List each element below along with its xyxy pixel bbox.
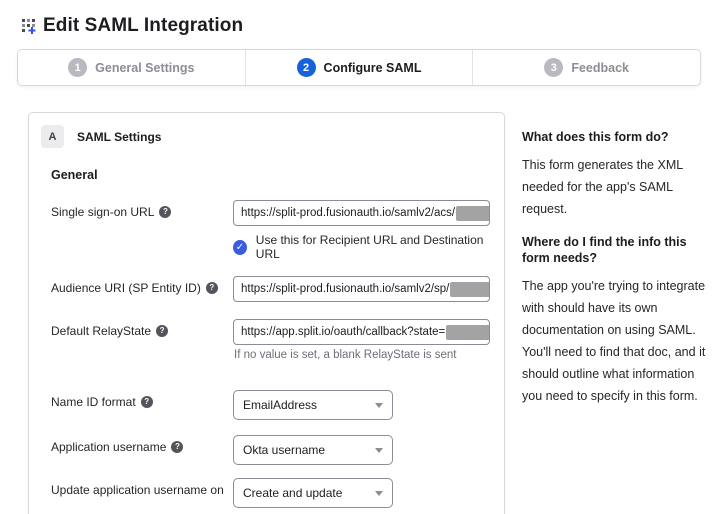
name-id-format-value: EmailAddress (243, 398, 317, 412)
step-label: Configure SAML (324, 61, 422, 75)
field-label-cell: Application username ? (41, 435, 233, 454)
field-row-sso-url: Single sign-on URL ? https://split-prod.… (41, 200, 488, 261)
step-number-badge: 2 (297, 58, 316, 77)
audience-uri-label: Audience URI (SP Entity ID) (51, 281, 201, 295)
field-row-audience-uri: Audience URI (SP Entity ID) ? https://sp… (41, 276, 488, 302)
audience-uri-input[interactable]: https://split-prod.fusionauth.io/samlv2/… (233, 276, 490, 302)
field-control: https://split-prod.fusionauth.io/samlv2/… (233, 200, 490, 261)
question-mark-circle-icon[interactable]: ? (206, 282, 218, 294)
field-label-cell: Update application username on (41, 478, 233, 497)
app-grid-plus-icon (22, 18, 38, 34)
field-control: Okta username (233, 435, 488, 465)
section-header: A SAML Settings (41, 125, 488, 148)
field-control: https://split-prod.fusionauth.io/samlv2/… (233, 276, 490, 302)
help-panel: What does this form do? This form genera… (522, 112, 717, 421)
checkmark-icon[interactable]: ✓ (233, 240, 247, 255)
field-row-update-username: Update application username on Create an… (41, 478, 488, 508)
question-mark-circle-icon[interactable]: ? (159, 206, 171, 218)
edit-saml-integration-page: Edit SAML Integration 1 General Settings… (0, 0, 717, 514)
audience-uri-value: https://split-prod.fusionauth.io/samlv2/… (241, 283, 449, 295)
step-label: Feedback (571, 61, 629, 75)
app-username-value: Okta username (243, 443, 325, 457)
field-control: EmailAddress (233, 390, 488, 420)
field-label-cell: Single sign-on URL ? (41, 200, 233, 219)
step-feedback[interactable]: 3 Feedback (472, 50, 700, 85)
help-answer-1: This form generates the XML needed for t… (522, 154, 717, 220)
step-number-badge: 1 (68, 58, 87, 77)
question-mark-circle-icon[interactable]: ? (141, 396, 153, 408)
update-username-select[interactable]: Create and update (233, 478, 393, 508)
question-mark-circle-icon[interactable]: ? (156, 325, 168, 337)
field-row-app-username: Application username ? Okta username (41, 435, 488, 465)
recipient-url-checkbox-row: ✓ Use this for Recipient URL and Destina… (233, 233, 490, 261)
update-username-value: Create and update (243, 486, 342, 500)
sso-url-input[interactable]: https://split-prod.fusionauth.io/samlv2/… (233, 200, 490, 226)
wizard-stepper: 1 General Settings 2 Configure SAML 3 Fe… (17, 49, 701, 86)
content-area: A SAML Settings General Single sign-on U… (0, 112, 717, 514)
step-label: General Settings (95, 61, 194, 75)
name-id-format-label: Name ID format (51, 395, 136, 409)
redacted-value (450, 282, 490, 297)
relay-state-hint: If no value is set, a blank RelayState i… (234, 349, 490, 361)
recipient-url-checkbox-label: Use this for Recipient URL and Destinati… (256, 233, 490, 261)
update-username-label: Update application username on (51, 483, 224, 497)
field-control: Create and update (233, 478, 488, 508)
relay-state-value: https://app.split.io/oauth/callback?stat… (241, 326, 445, 338)
help-question-1: What does this form do? (522, 129, 717, 145)
field-label-cell: Audience URI (SP Entity ID) ? (41, 276, 233, 295)
sso-url-label: Single sign-on URL (51, 205, 154, 219)
help-answer-2: The app you're trying to integrate with … (522, 275, 717, 407)
saml-settings-card: A SAML Settings General Single sign-on U… (28, 112, 505, 514)
app-username-label: Application username (51, 440, 166, 454)
chevron-down-icon (375, 491, 383, 496)
step-number-badge: 3 (544, 58, 563, 77)
chevron-down-icon (375, 448, 383, 453)
field-label-cell: Default RelayState ? (41, 319, 233, 338)
chevron-down-icon (375, 403, 383, 408)
field-row-relay-state: Default RelayState ? https://app.split.i… (41, 319, 488, 361)
field-row-name-id-format: Name ID format ? EmailAddress (41, 390, 488, 420)
page-header: Edit SAML Integration (0, 0, 717, 37)
step-configure-saml[interactable]: 2 Configure SAML (245, 50, 473, 85)
group-title-general: General (51, 168, 488, 182)
step-general-settings[interactable]: 1 General Settings (18, 50, 245, 85)
help-question-2: Where do I find the info this form needs… (522, 234, 717, 266)
name-id-format-select[interactable]: EmailAddress (233, 390, 393, 420)
question-mark-circle-icon[interactable]: ? (171, 441, 183, 453)
relay-state-label: Default RelayState (51, 324, 151, 338)
field-label-cell: Name ID format ? (41, 390, 233, 409)
section-title: SAML Settings (77, 130, 161, 144)
field-control: https://app.split.io/oauth/callback?stat… (233, 319, 490, 361)
sso-url-value: https://split-prod.fusionauth.io/samlv2/… (241, 207, 455, 219)
section-letter-badge: A (41, 125, 64, 148)
redacted-value (446, 325, 490, 340)
redacted-value (456, 206, 490, 221)
relay-state-input[interactable]: https://app.split.io/oauth/callback?stat… (233, 319, 490, 345)
app-username-select[interactable]: Okta username (233, 435, 393, 465)
page-title: Edit SAML Integration (43, 15, 243, 37)
